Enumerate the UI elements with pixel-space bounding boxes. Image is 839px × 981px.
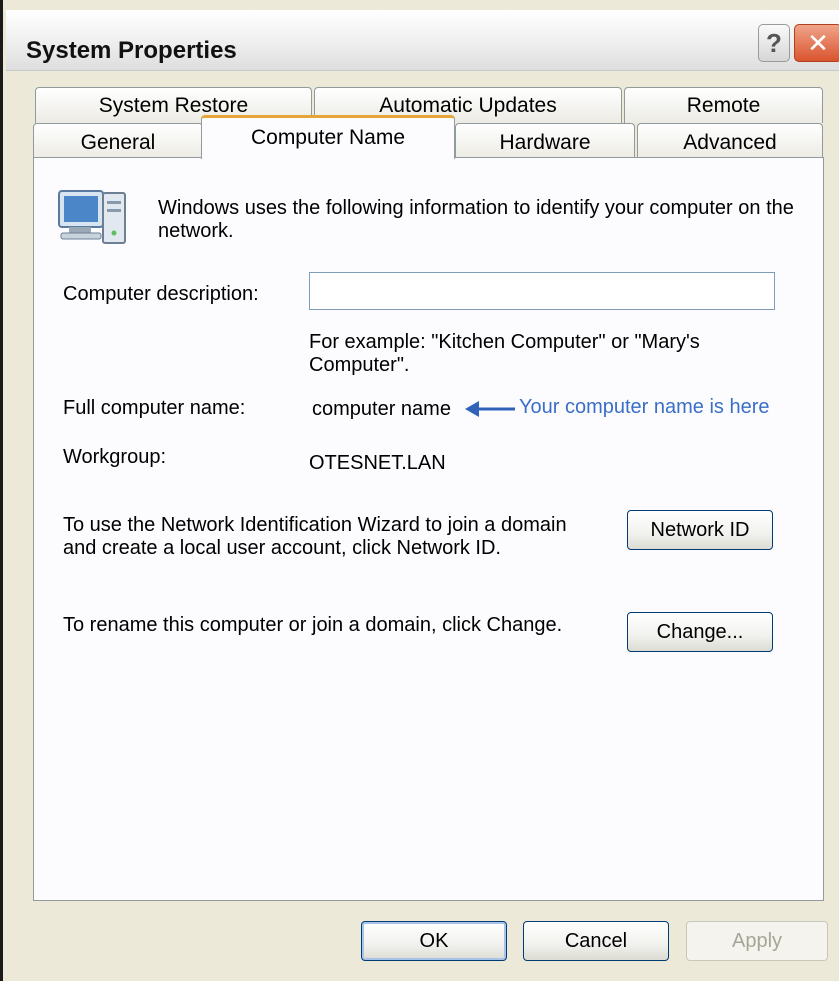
tab-hardware[interactable]: Hardware [455,123,635,158]
ok-button[interactable]: OK [361,921,507,961]
full-name-label: Full computer name: [63,397,246,419]
help-button[interactable]: ? [758,24,790,62]
rename-text: To rename this computer or join a domain… [63,614,563,636]
computer-icon [58,190,126,244]
tab-remote[interactable]: Remote [624,87,823,123]
computer-description-input[interactable] [309,272,775,310]
apply-button[interactable]: Apply [686,921,828,961]
tab-general[interactable]: General [33,123,203,158]
tab-advanced[interactable]: Advanced [637,123,823,158]
window-title: System Properties [26,37,237,64]
cancel-button[interactable]: Cancel [523,921,669,961]
title-bar[interactable]: System Properties ? ✕ [6,10,839,71]
arrow-left-icon [465,401,515,417]
intro-text: Windows uses the following information t… [158,197,794,242]
network-id-text: To use the Network Identification Wizard… [63,514,567,559]
full-name-value: computer name [312,398,451,420]
network-id-button[interactable]: Network ID [627,510,773,550]
change-button[interactable]: Change... [627,612,773,652]
system-properties-window: System Properties ? ✕ System Restore Aut… [0,0,839,981]
workgroup-value: OTESNET.LAN [309,452,446,474]
close-button[interactable]: ✕ [794,24,839,62]
example-text: For example: "Kitchen Computer" or "Mary… [309,331,700,376]
annotation-text: Your computer name is here [519,396,770,418]
tab-computer-name[interactable]: Computer Name [201,115,455,159]
description-label: Computer description: [63,283,259,305]
workgroup-label: Workgroup: [63,446,167,468]
